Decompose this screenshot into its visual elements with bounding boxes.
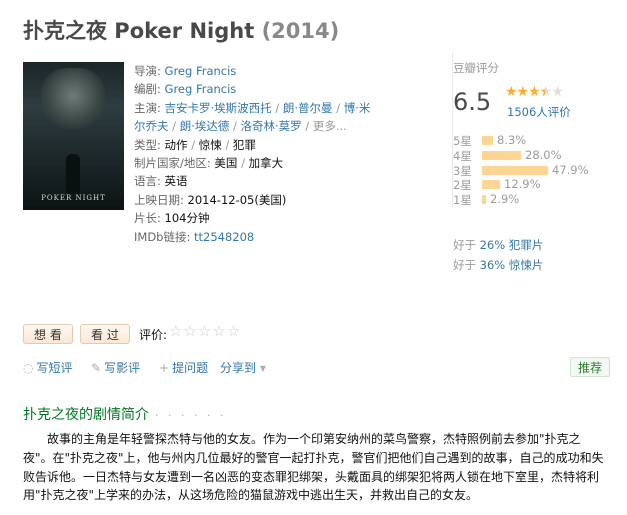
language-value: 英语 [164,174,188,189]
rating-row: 3星 47.9% [453,163,613,178]
cast-link[interactable]: 朗·普尔曼 [283,101,333,115]
rating-row-percent: 28.0% [525,147,562,162]
movie-name: 扑克之夜 Poker Night [23,19,255,43]
rating-row-label: 2星 [453,178,472,193]
rating-row-bar [482,195,486,205]
cast-link[interactable]: 洛奇林·莫罗 [241,119,302,133]
write-short-review-link[interactable]: ◌ 写短评 [23,359,73,376]
genre-value: 犯罪 [232,137,256,152]
rating-panel: 豆瓣评分 6.5 ★★★★★★ 1506人评价 5星8.3%4星28.0%3星4… [452,52,613,272]
rating-row-percent: 2.9% [490,192,520,207]
director-link[interactable]: Greg Francis [165,64,237,78]
release-label: 上映日期: [134,192,184,207]
release-value: 2014-12-05(美国) [187,192,287,207]
language-label: 语言: [134,174,161,189]
rating-row-label: 3星 [453,163,472,178]
rating-stars-icon: ★★★★★★ [505,84,564,100]
imdb-label: IMDb链接: [134,229,191,244]
country-value: 美国 [214,156,238,171]
summary-text: 故事的主角是年轻警探杰特与他的女友。作为一个印第安纳州的菜鸟警察，杰特照例前去参… [23,432,604,503]
rating-row: 1星 2.9% [453,192,613,207]
want-to-watch-button[interactable]: 想 看 [23,324,73,344]
rating-row-percent: 12.9% [504,177,541,192]
movie-year: (2014) [261,19,340,43]
heading-dots: · · · · · · [155,409,227,422]
movie-info: 导演: Greg Francis 编剧: Greg Francis 主演: 吉安… [134,64,371,244]
better-than-link[interactable]: 36% 惊悚片 [480,258,544,272]
share-link[interactable]: 分享到 ▾ [220,359,266,376]
write-review-link[interactable]: ✎ 写影评 [91,359,140,376]
page-title: 扑克之夜 Poker Night (2014) [23,15,339,45]
imdb-link[interactable]: tt2548208 [194,230,254,244]
rating-row-label: 4星 [453,148,472,163]
rating-header: 豆瓣评分 [453,61,499,75]
writer-link[interactable]: Greg Francis [165,82,237,96]
rate-label: 评价: [139,328,168,342]
runtime-value: 104分钟 [164,211,210,226]
watched-button[interactable]: 看 过 [80,324,130,344]
chevron-down-icon: ▾ [259,361,266,375]
rating-row-bar [482,136,493,145]
rating-row: 2星 12.9% [453,177,613,192]
director-label: 导演: [134,64,161,78]
cast-link[interactable]: 吉安卡罗·埃斯波西托 [165,101,272,115]
plus-icon: + [159,361,170,375]
writer-label: 编剧: [134,82,161,97]
rating-row: 5星 8.3% [453,133,613,148]
country-label: 制片国家/地区: [134,156,211,171]
cast-link[interactable]: 博·米 [344,101,371,115]
rating-row-bar [482,180,500,190]
genre-value: 动作 [164,137,188,152]
genre-value: 惊悚 [198,137,222,152]
rating-row-bar [482,150,521,160]
rating-row-percent: 47.9% [552,162,589,177]
runtime-label: 片长: [134,211,161,226]
rating-row-percent: 8.3% [497,133,527,147]
poster-figure-art [66,154,80,194]
better-than-item: 好于 26% 犯罪片 [453,238,544,252]
poster-face-art [41,68,105,130]
pencil-icon: ✎ [91,361,102,375]
recommend-button[interactable]: 推荐 [570,357,610,377]
rating-row-label: 1星 [453,193,472,208]
summary-heading: 扑克之夜的剧情简介 · · · · · · [23,407,227,423]
movie-poster[interactable]: POKER NIGHT [23,62,124,210]
poster-title-text: POKER NIGHT [41,194,106,202]
better-than-item: 好于 36% 惊悚片 [453,258,544,272]
vote-count-link[interactable]: 1506人评价 [507,104,571,120]
rating-score: 6.5 [453,88,492,116]
cast-label: 主演: [134,100,161,115]
ask-question-link[interactable]: + 提问题 [159,359,208,376]
genre-label: 类型: [134,137,161,152]
cast-more-link[interactable]: 更多... [313,119,347,133]
rate-stars-input[interactable]: ☆☆☆☆☆ [169,322,241,340]
rating-distribution: 5星 8.3% 4星 28.0% 3星 47.9% 2星 12.9% 1星 2.9% [453,133,613,207]
rating-row: 4星 28.0% [453,148,613,163]
rating-row-label: 5星 [453,134,472,148]
cast-link[interactable]: 尔乔夫 [134,119,169,133]
rating-row-bar [482,165,548,175]
cast-link[interactable]: 朗·埃达德 [180,119,230,133]
better-than-link[interactable]: 26% 犯罪片 [480,238,544,252]
speech-bubble-icon: ◌ [23,361,34,375]
country-value: 加拿大 [248,156,284,171]
